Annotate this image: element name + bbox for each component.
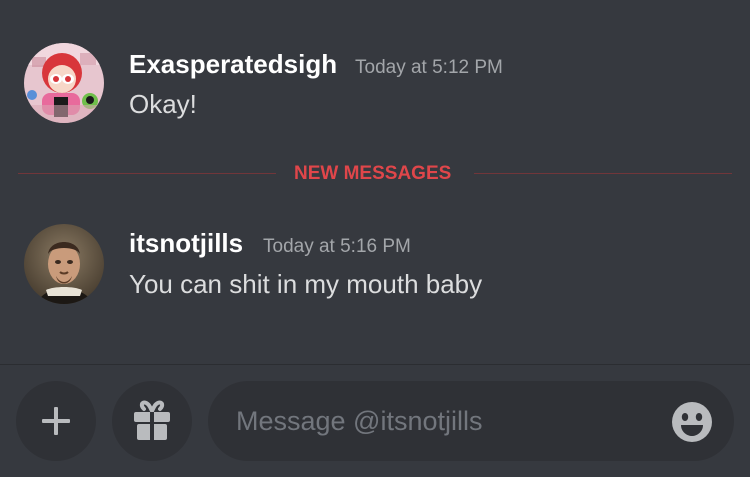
plus-icon	[42, 407, 70, 435]
divider-line-right	[474, 173, 732, 174]
avatar-image	[24, 224, 104, 304]
gift-icon	[134, 400, 170, 440]
message-content: Okay!	[129, 89, 197, 119]
avatar[interactable]	[24, 224, 104, 304]
message-timestamp: Today at 5:16 PM	[263, 236, 411, 257]
avatar-image	[24, 43, 104, 123]
message-content: You can shit in my mouth baby	[129, 269, 483, 299]
emoji-button[interactable]	[670, 400, 714, 444]
emoji-icon	[672, 402, 712, 442]
avatar[interactable]	[24, 43, 104, 123]
username[interactable]: itsnotjills	[129, 228, 243, 258]
new-messages-divider: NEW MESSAGES	[18, 162, 732, 186]
message-composer	[0, 364, 750, 477]
message-input-container[interactable]	[208, 381, 734, 461]
message-timestamp: Today at 5:12 PM	[355, 57, 503, 78]
gift-button[interactable]	[112, 381, 192, 461]
message-input[interactable]	[236, 381, 656, 461]
new-messages-label: NEW MESSAGES	[294, 163, 452, 184]
add-attachment-button[interactable]	[16, 381, 96, 461]
divider-line-left	[18, 173, 276, 174]
chat-window: Exasperatedsigh Today at 5:12 PM Okay! N…	[0, 0, 750, 477]
username[interactable]: Exasperatedsigh	[129, 49, 337, 79]
